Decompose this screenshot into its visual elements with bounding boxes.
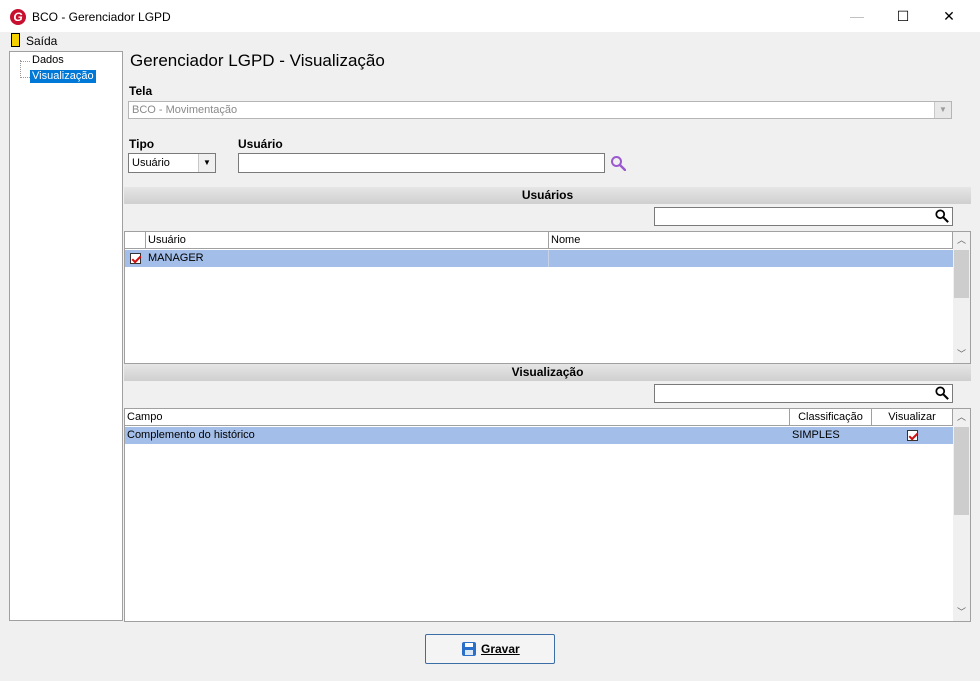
users-scrollbar[interactable]: ︿ ﹀	[953, 232, 970, 363]
app-logo-icon: G	[10, 9, 26, 25]
chevron-down-icon: ▼	[198, 154, 215, 172]
view-column-campo[interactable]: Campo	[125, 409, 790, 426]
save-button[interactable]: Gravar	[425, 634, 555, 664]
menu-exit[interactable]: Saída	[26, 34, 57, 48]
users-section-header: Usuários	[124, 187, 971, 204]
users-check-column	[125, 232, 146, 249]
users-search-input[interactable]	[654, 207, 953, 226]
tree-item-visualizacao[interactable]: Visualização	[30, 70, 96, 83]
row-usuario: MANAGER	[148, 252, 204, 264]
tela-value: BCO - Movimentação	[132, 104, 238, 116]
search-icon[interactable]	[935, 209, 949, 223]
view-search-input[interactable]	[654, 384, 953, 403]
checkbox-checked-icon[interactable]	[907, 430, 918, 441]
table-row[interactable]: Complemento do histórico SIMPLES	[125, 427, 953, 444]
row-separator	[548, 250, 549, 267]
tipo-label: Tipo	[129, 137, 155, 151]
row-campo: Complemento do histórico	[127, 429, 255, 441]
table-row[interactable]: MANAGER	[125, 250, 953, 267]
users-grid: Usuário Nome MANAGER ︿ ﹀	[124, 231, 971, 364]
close-button[interactable]: ✕	[926, 0, 972, 32]
scroll-thumb[interactable]	[954, 250, 969, 298]
tela-label: Tela	[129, 84, 153, 98]
search-icon[interactable]	[935, 386, 949, 400]
users-column-nome[interactable]: Nome	[549, 232, 953, 249]
chevron-down-icon: ▼	[934, 102, 951, 118]
save-button-label: Gravar	[481, 642, 520, 656]
scroll-thumb[interactable]	[954, 427, 969, 515]
scroll-up-icon[interactable]: ︿	[953, 232, 970, 249]
tipo-value: Usuário	[132, 157, 170, 169]
row-classificacao: SIMPLES	[792, 429, 840, 441]
tela-combo[interactable]: BCO - Movimentação ▼	[128, 101, 952, 119]
navigation-tree	[9, 51, 123, 621]
view-column-visualizar[interactable]: Visualizar	[872, 409, 953, 426]
maximize-button[interactable]: ☐	[880, 0, 926, 32]
view-column-classificacao[interactable]: Classificação	[790, 409, 872, 426]
tree-item-dados[interactable]: Dados	[30, 54, 66, 67]
scroll-up-icon[interactable]: ︿	[953, 409, 970, 426]
users-column-usuario[interactable]: Usuário	[146, 232, 549, 249]
scroll-down-icon[interactable]: ﹀	[953, 604, 970, 621]
magnifier-icon[interactable]	[610, 155, 626, 171]
window-title: BCO - Gerenciador LGPD	[32, 10, 171, 24]
page-title: Gerenciador LGPD - Visualização	[130, 51, 385, 70]
tree-connector	[21, 77, 30, 78]
menu-bar	[0, 32, 980, 50]
view-section-header: Visualização	[124, 364, 971, 381]
scroll-down-icon[interactable]: ﹀	[953, 346, 970, 363]
usuario-input[interactable]	[238, 153, 605, 173]
exit-icon[interactable]	[11, 33, 20, 47]
usuario-label: Usuário	[238, 137, 283, 151]
floppy-save-icon	[462, 642, 476, 656]
tree-connector	[20, 60, 22, 78]
checkbox-checked-icon[interactable]	[130, 253, 141, 264]
view-scrollbar[interactable]: ︿ ﹀	[953, 409, 970, 621]
view-grid: Campo Classificação Visualizar Complemen…	[124, 408, 971, 622]
tipo-combo[interactable]: Usuário ▼	[128, 153, 216, 173]
tree-connector	[21, 61, 30, 62]
minimize-button[interactable]: —	[834, 0, 880, 32]
